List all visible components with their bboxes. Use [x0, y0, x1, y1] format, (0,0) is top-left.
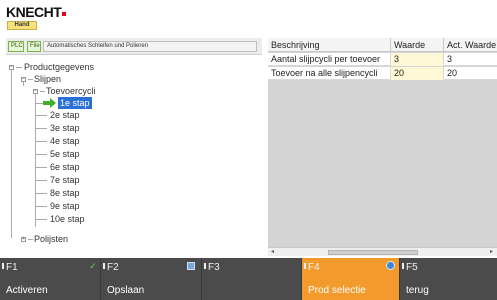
tree-connector [35, 193, 47, 194]
tree-node-step-8[interactable]: 8e stap [50, 187, 80, 199]
scroll-right-icon[interactable]: ▸ [488, 249, 495, 256]
row-actual-value: 20 [447, 68, 458, 78]
f2-button[interactable]: F2 Opslaan [101, 258, 202, 300]
column-header-value[interactable]: Waarde [391, 38, 444, 52]
globe-icon [386, 261, 395, 270]
row-description: Aantal slijpcycli per toevoer [268, 53, 391, 66]
tree-node-slijpen[interactable]: Slijpen [34, 73, 61, 85]
parameter-grid: Beschrijving Waarde Act. Waarde Aantal s… [268, 38, 497, 256]
function-key-bar: F1 ✓ Activeren F2 Opslaan F3 F4 Prod sel… [0, 258, 497, 300]
tree-node-polijsten[interactable]: Polijsten [34, 233, 68, 245]
tree-node-step-6[interactable]: 6e stap [50, 161, 80, 173]
collapse-icon[interactable]: − [21, 77, 26, 82]
tree-connector [35, 141, 47, 142]
tree-node-step-9[interactable]: 9e stap [50, 200, 80, 212]
column-header-actual-value[interactable]: Act. Waarde [444, 38, 497, 52]
tree-connector [16, 67, 22, 68]
header: KNECHT Hand [0, 0, 497, 33]
fkey-label: Opslaan [107, 285, 145, 296]
tree-node-step-7[interactable]: 7e stap [50, 174, 80, 186]
row-actual-value: 3 [447, 54, 453, 64]
tree-connector [35, 180, 47, 181]
tree-node-step-1[interactable]: 1e stap [58, 97, 92, 109]
tree-connector [35, 103, 43, 104]
tree-connector [35, 154, 47, 155]
scrollbar-thumb[interactable] [328, 250, 418, 255]
collapse-icon[interactable]: − [33, 89, 38, 94]
tree-node-step-2[interactable]: 2e stap [50, 109, 80, 121]
grid-header: Beschrijving Waarde Act. Waarde [268, 38, 497, 52]
fkey-label: Activeren [6, 285, 48, 296]
check-icon: ✓ [89, 261, 97, 271]
product-tree-panel: PLC File Automatisches Schleifen und Pol… [6, 38, 262, 248]
tree-connector [35, 115, 47, 116]
program-mode-label: Automatisches Schleifen und Polieren [43, 41, 257, 52]
tree-node-step-4[interactable]: 4e stap [50, 135, 80, 147]
f5-button[interactable]: F5 terug [400, 258, 497, 300]
arrow-right-icon [43, 98, 56, 108]
row-value-field[interactable]: 3 [391, 53, 444, 66]
fkey-number: F3 [204, 262, 220, 273]
expand-icon[interactable]: + [21, 237, 26, 242]
fkey-label: terug [406, 285, 429, 296]
row-description: Toevoer na alle slijpencycli [268, 67, 391, 80]
tree-node-toevoercycli[interactable]: Toevoercycli [46, 85, 96, 97]
table-row[interactable]: Aantal slijpcycli per toevoer 3 3 [268, 53, 497, 66]
collapse-icon[interactable]: − [9, 65, 14, 70]
tree-node-productgegevens[interactable]: Productgegevens [24, 61, 94, 73]
fkey-number: F5 [402, 262, 418, 273]
tree-toolbar: PLC File Automatisches Schleifen und Pol… [6, 38, 262, 55]
product-tree: − Productgegevens − Slijpen − Toevoercyc… [6, 57, 262, 248]
tree-connector [35, 219, 47, 220]
app-window: KNECHT Hand PLC File Automatisches Schle… [0, 0, 497, 300]
fkey-label: Prod selectie [308, 285, 366, 296]
plc-button[interactable]: PLC [8, 41, 24, 52]
row-value-field[interactable]: 20 [391, 67, 444, 80]
tree-node-step-10[interactable]: 10e stap [50, 213, 85, 225]
tree-connector [28, 79, 33, 80]
tree-connector [35, 128, 47, 129]
tree-connector [35, 206, 47, 207]
logo-accent-icon [62, 12, 66, 16]
f3-button[interactable]: F3 [202, 258, 302, 300]
tree-node-step-5[interactable]: 5e stap [50, 148, 80, 160]
fkey-number: F4 [304, 262, 320, 273]
file-button[interactable]: File [27, 41, 41, 52]
tree-connector [28, 239, 33, 240]
column-header-description[interactable]: Beschrijving [268, 38, 391, 52]
tree-node-step-3[interactable]: 3e stap [50, 122, 80, 134]
mode-badge: Hand [7, 21, 37, 30]
tree-connector [40, 91, 45, 92]
f1-button[interactable]: F1 ✓ Activeren [0, 258, 101, 300]
logo: KNECHT [6, 4, 62, 20]
table-row[interactable]: Toevoer na alle slijpencycli 20 20 [268, 67, 497, 80]
fkey-number: F1 [2, 262, 18, 273]
save-icon [187, 262, 195, 270]
f4-button[interactable]: F4 Prod selectie [302, 258, 400, 300]
fkey-number: F2 [103, 262, 119, 273]
tree-connector [35, 167, 47, 168]
horizontal-scrollbar[interactable]: ◂ ▸ [268, 247, 497, 256]
tree-connector [11, 67, 12, 238]
scroll-left-icon[interactable]: ◂ [269, 249, 276, 256]
